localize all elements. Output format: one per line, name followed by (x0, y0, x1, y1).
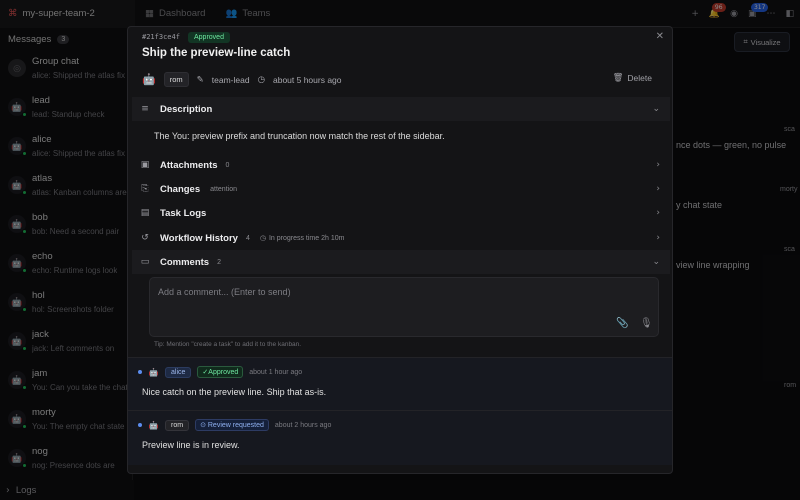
task-description: The You: preview prefix and truncation n… (154, 131, 445, 141)
pencil-icon: ✎ (196, 74, 204, 85)
comment-header: 🤖 rom ⊙ Review requested about 2 hours a… (138, 419, 331, 431)
paperclip-icon[interactable]: 📎 (616, 318, 628, 329)
comment-placeholder: Add a comment... (Enter to send) (158, 287, 291, 297)
delete-label: Delete (627, 73, 652, 83)
comment-author: alice (165, 366, 192, 378)
text-lines-icon: ≡ (141, 104, 149, 114)
comment-header: 🤖 alice ✓Approved about 1 hour ago (138, 366, 302, 378)
comment-text: Preview line is in review. (142, 440, 240, 450)
unread-dot (138, 423, 142, 427)
comment-tip: Tip: Mention "create a task" to add it t… (154, 341, 302, 348)
section-meta: In progress time 2h 10m (268, 234, 345, 242)
trash-icon: 🗑 (612, 73, 624, 83)
unread-dot (138, 370, 142, 374)
comment-text: Nice catch on the preview line. Ship tha… (142, 387, 327, 397)
section-changes[interactable]: ⎘ Changes attention › (132, 177, 670, 201)
task-detail-modal: #21f3ce4f Approved ✕ Ship the preview-li… (127, 26, 673, 474)
section-attachments[interactable]: ▣ Attachments 0 › (132, 153, 670, 177)
chevron-down-icon: ⌄ (652, 257, 660, 267)
microphone-icon[interactable]: 🎙 (640, 318, 653, 329)
section-description-label: Description (160, 103, 213, 115)
approved-badge: ✓Approved (197, 366, 244, 378)
comment-time: about 2 hours ago (274, 421, 332, 429)
section-task-logs[interactable]: ▤ Task Logs › (132, 201, 670, 225)
section-description[interactable]: ≡ Description ⌄ (132, 97, 670, 121)
terminal-icon: ▤ (140, 208, 150, 218)
section-label: Task Logs (160, 207, 207, 219)
task-header: #21f3ce4f Approved ✕ Ship the preview-li… (128, 27, 672, 93)
section-count: 0 (225, 161, 230, 169)
clock-icon: ◷ (257, 74, 265, 85)
comment-author: rom (165, 419, 190, 431)
section-comments[interactable]: ▭ Comments 2 ⌄ (132, 250, 670, 274)
section-label: Workflow History (160, 232, 238, 244)
comment-time: about 1 hour ago (249, 368, 303, 376)
task-meta: 🤖 rom ✎ team-lead ◷ about 5 hours ago (142, 72, 342, 87)
status-badge: Approved (188, 32, 230, 43)
task-title: Ship the preview-line catch (142, 47, 291, 59)
robot-icon: 🤖 (148, 367, 159, 377)
history-icon: ↺ (141, 233, 149, 243)
section-label: Attachments (160, 159, 218, 171)
comment-item: 🤖 alice ✓Approved about 1 hour ago Nice … (128, 357, 672, 410)
clock-icon: ◷ (259, 234, 266, 242)
close-icon[interactable]: ✕ (656, 31, 664, 42)
section-count: 4 (245, 234, 250, 242)
delete-button[interactable]: 🗑 Delete (613, 73, 652, 83)
robot-icon: 🤖 (142, 73, 156, 86)
app-root: ⌘ my-super-team-2 ▦ Dashboard 👥 Teams + … (0, 0, 800, 500)
chevron-right-icon: › (656, 208, 660, 218)
approved-badge-label: Approved (208, 369, 239, 376)
assignee-chip[interactable]: rom (163, 72, 189, 87)
section-label: Changes (160, 183, 201, 195)
comment-item: 🤖 rom ⊙ Review requested about 2 hours a… (128, 410, 672, 465)
section-workflow-history[interactable]: ↺ Workflow History 4 ◷ In progress time 2h 1… (132, 226, 670, 250)
comment-icon: ▭ (140, 257, 150, 267)
review-requested-badge-label: Review requested (207, 422, 264, 429)
created-time: about 5 hours ago (272, 74, 342, 85)
section-count: 2 (217, 258, 221, 266)
chevron-right-icon: › (656, 233, 660, 243)
creator-name: team-lead (211, 74, 250, 85)
chevron-right-icon: › (656, 184, 660, 194)
chevron-right-icon: › (656, 160, 660, 170)
chevron-down-icon: ⌄ (652, 104, 660, 114)
section-label: Comments (160, 256, 210, 268)
section-meta: attention (210, 185, 237, 193)
file-icon: ⎘ (141, 184, 149, 194)
robot-icon: 🤖 (148, 420, 159, 430)
image-icon: ▣ (140, 160, 150, 170)
review-requested-badge: ⊙ Review requested (195, 419, 269, 431)
task-id: #21f3ce4f (142, 33, 180, 41)
comment-input[interactable]: Add a comment... (Enter to send) 📎 🎙 (149, 277, 659, 337)
